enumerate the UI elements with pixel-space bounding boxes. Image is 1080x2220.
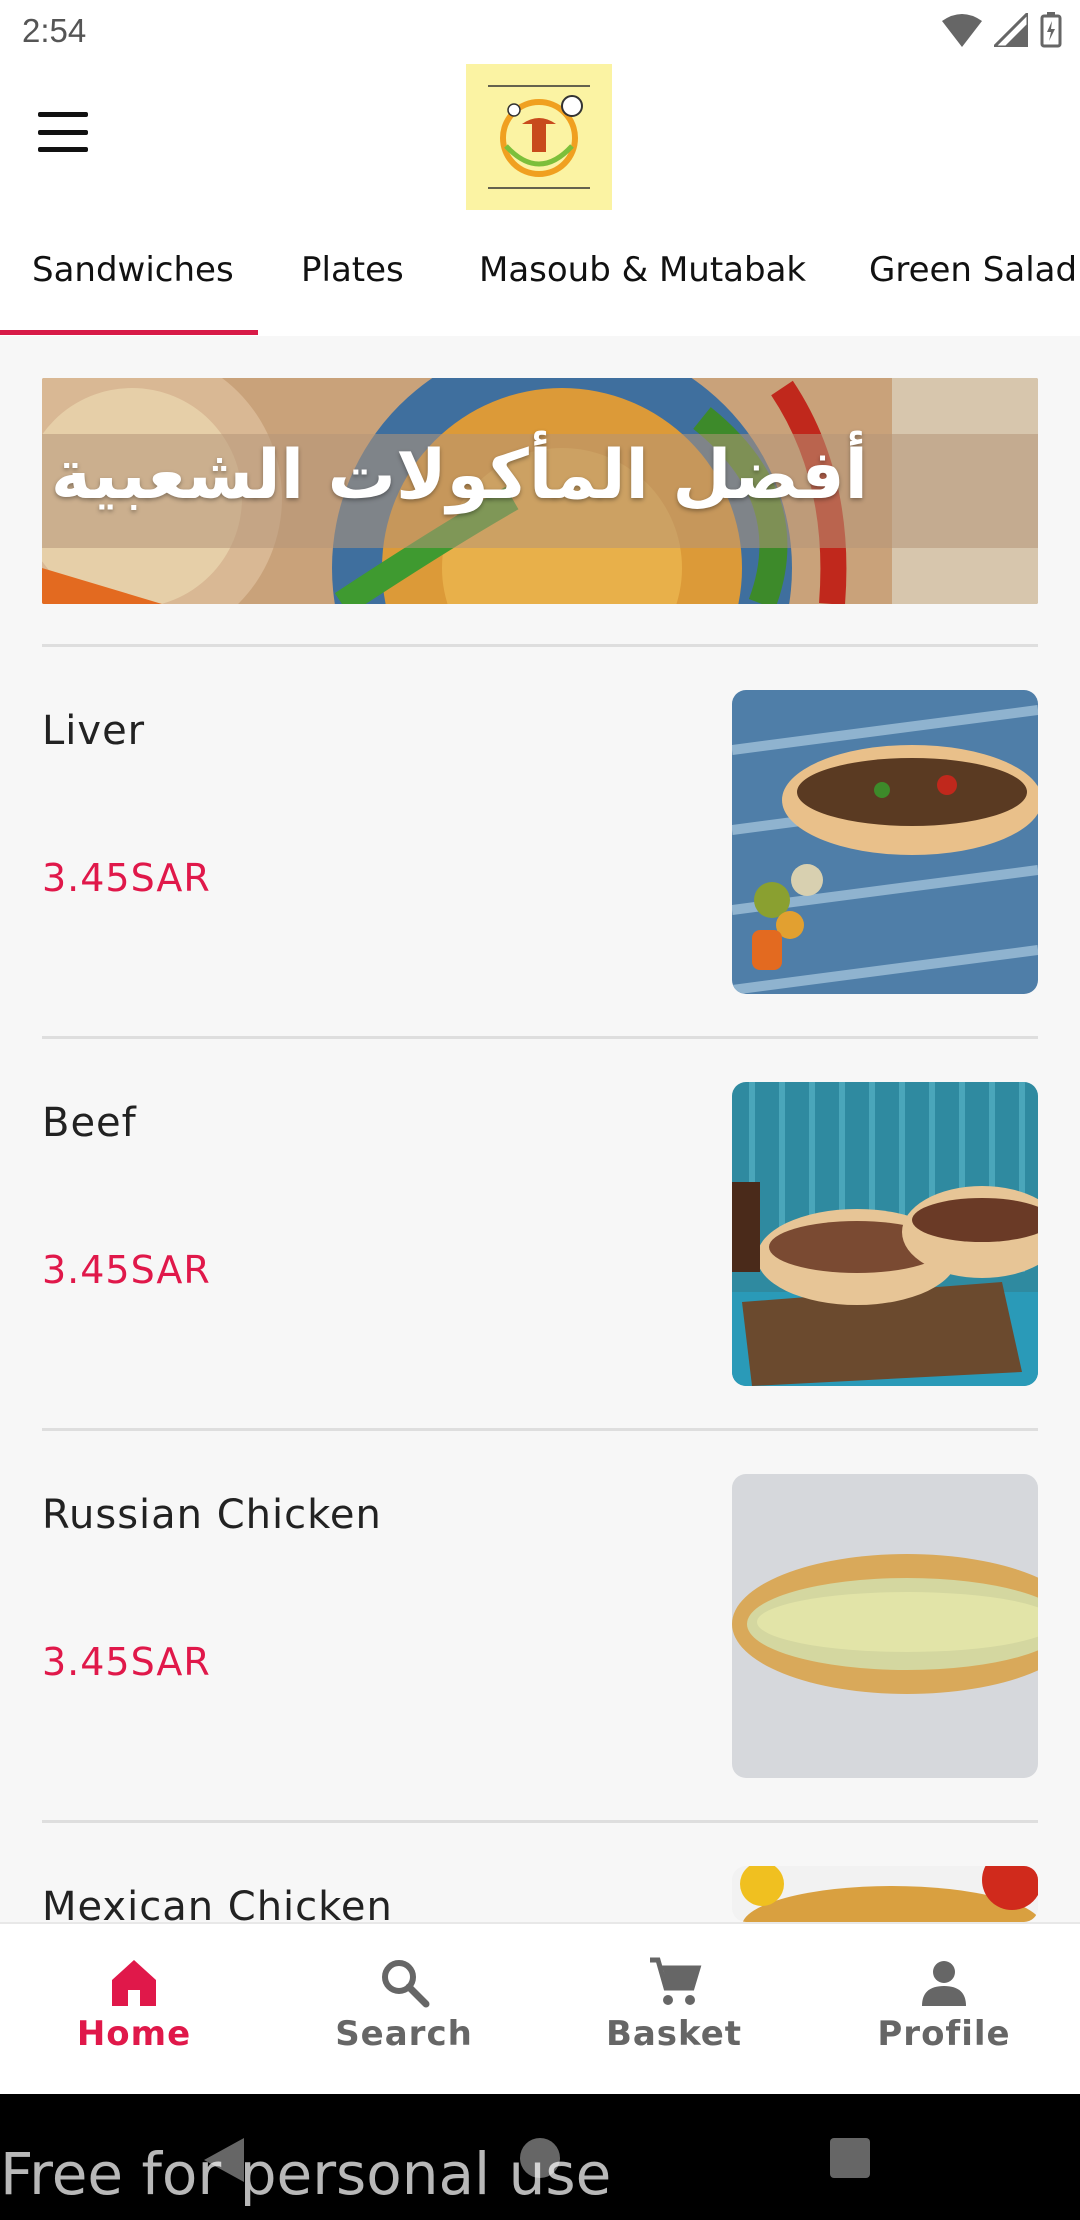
- restaurant-logo: [466, 64, 612, 210]
- list-item[interactable]: Mexican Chicken: [42, 1866, 1038, 1922]
- nav-profile[interactable]: Profile: [844, 1954, 1044, 2054]
- status-bar: 2:54: [0, 0, 1080, 64]
- nav-home[interactable]: Home: [34, 1954, 234, 2054]
- signal-icon: [994, 13, 1028, 47]
- tab-masoub-mutabak[interactable]: Masoub & Mutabak: [479, 250, 806, 290]
- product-image: [732, 690, 1038, 994]
- watermark: Free for personal use: [0, 2140, 612, 2208]
- product-price: 3.45SAR: [42, 1248, 211, 1292]
- nav-search[interactable]: Search: [304, 1954, 504, 2054]
- nav-basket-label: Basket: [605, 2014, 743, 2054]
- nav-home-label: Home: [76, 2014, 192, 2054]
- product-image: [732, 1082, 1038, 1386]
- person-icon: [922, 1961, 966, 2006]
- tab-sandwiches[interactable]: Sandwiches: [32, 250, 234, 290]
- wifi-icon: [942, 14, 982, 47]
- battery-icon: [1040, 12, 1062, 48]
- nav-basket[interactable]: Basket: [574, 1954, 774, 2054]
- recents-icon[interactable]: [830, 2138, 870, 2178]
- divider: [42, 1036, 1038, 1039]
- nav-profile-label: Profile: [877, 2014, 1011, 2054]
- bottom-navigation: Home Search Basket Profile: [0, 1922, 1080, 2094]
- product-price: 3.45SAR: [42, 856, 211, 900]
- product-image: [732, 1474, 1038, 1778]
- cart-icon: [650, 1957, 702, 2005]
- divider: [42, 1428, 1038, 1431]
- product-name: Russian Chicken: [42, 1492, 382, 1538]
- tab-plates[interactable]: Plates: [301, 250, 404, 290]
- list-item[interactable]: Russian Chicken 3.45SAR: [42, 1474, 1038, 1778]
- status-time: 2:54: [22, 12, 87, 49]
- nav-search-label: Search: [335, 2014, 473, 2054]
- banner-text: أفضل المأكولات الشعبية: [50, 436, 868, 515]
- product-name: Liver: [42, 708, 146, 754]
- category-tabs: Sandwiches Plates Masoub & Mutabak Green…: [0, 214, 1080, 336]
- divider: [42, 644, 1038, 647]
- product-name: Mexican Chicken: [42, 1884, 393, 1922]
- app-header: [0, 64, 1080, 214]
- product-price: 3.45SAR: [42, 1640, 211, 1684]
- list-item[interactable]: Liver 3.45SAR: [42, 690, 1038, 994]
- tab-active-indicator: [0, 330, 258, 335]
- product-image: [732, 1866, 1038, 1922]
- divider: [42, 1820, 1038, 1823]
- tab-green-salad[interactable]: Green Salad: [869, 250, 1077, 290]
- search-icon: [382, 1960, 430, 2008]
- menu-icon[interactable]: [30, 104, 96, 160]
- home-icon: [112, 1960, 156, 2006]
- list-item[interactable]: Beef 3.45SAR: [42, 1082, 1038, 1386]
- promo-banner: أفضل المأكولات الشعبية: [42, 378, 1038, 604]
- status-icons: [942, 12, 1062, 48]
- product-name: Beef: [42, 1100, 137, 1146]
